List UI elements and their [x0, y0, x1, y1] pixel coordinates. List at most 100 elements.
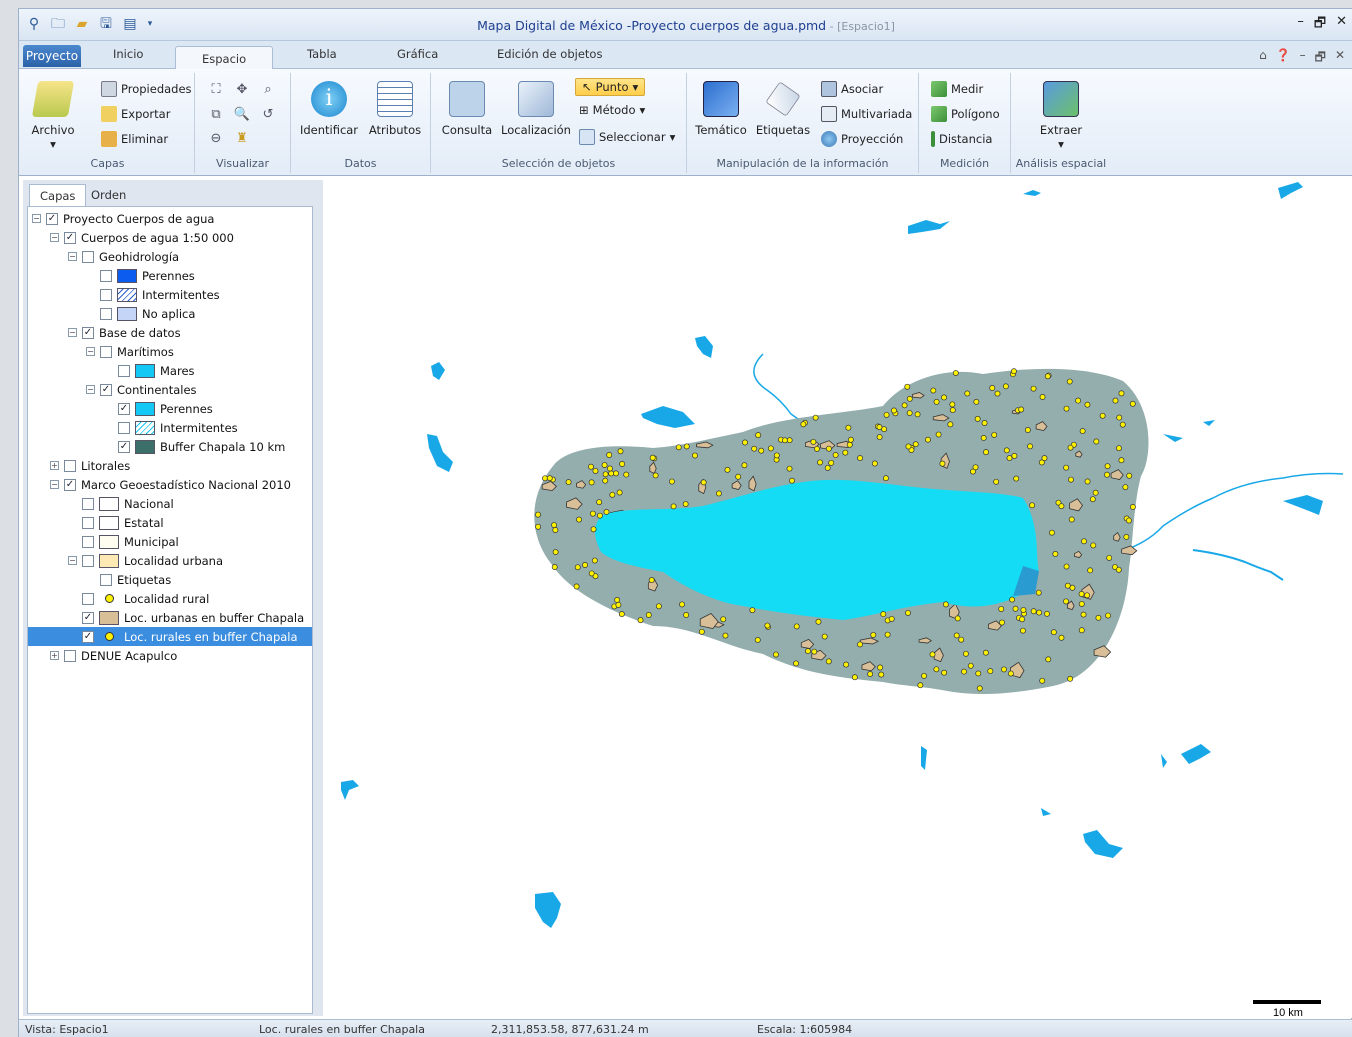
tab-proyecto[interactable]: Proyecto [23, 45, 81, 67]
collapse-icon[interactable]: − [50, 233, 59, 242]
rural-locality-point[interactable] [1104, 463, 1111, 470]
rural-locality-point[interactable] [1052, 550, 1059, 557]
rural-locality-point[interactable] [735, 473, 742, 480]
multivariada-button[interactable]: Multivariada [821, 106, 912, 122]
rural-locality-point[interactable] [582, 562, 589, 568]
rural-locality-point[interactable] [1079, 428, 1086, 435]
rural-locality-point[interactable] [1058, 503, 1065, 510]
rural-locality-point[interactable] [1030, 385, 1037, 392]
punto-button[interactable]: ↖ Punto ▾ [575, 78, 646, 96]
layer-row[interactable]: Intermitentes [28, 285, 312, 304]
rural-locality-point[interactable] [812, 414, 819, 421]
rural-locality-point[interactable] [1058, 634, 1065, 641]
rural-locality-point[interactable] [1105, 612, 1112, 619]
rural-locality-point[interactable] [589, 510, 596, 517]
rural-locality-point[interactable] [1035, 589, 1042, 596]
tab-edicion-objetos[interactable]: Edición de objetos [497, 47, 602, 61]
rural-locality-point[interactable] [742, 439, 748, 446]
eliminar-button[interactable]: Eliminar [101, 131, 168, 147]
layer-checkbox[interactable] [100, 269, 112, 282]
etiquetas-button[interactable]: Etiquetas [755, 81, 811, 137]
rural-locality-point[interactable] [613, 470, 619, 477]
rural-locality-point[interactable] [933, 398, 940, 405]
rural-locality-point[interactable] [921, 672, 928, 679]
rural-locality-point[interactable] [999, 619, 1005, 626]
rural-locality-point[interactable] [535, 523, 542, 530]
layer-checkbox[interactable]: ✓ [82, 630, 94, 643]
rural-locality-point[interactable] [1027, 443, 1034, 450]
rural-locality-point[interactable] [925, 436, 931, 443]
rural-locality-point[interactable] [588, 463, 594, 470]
rural-locality-point[interactable] [682, 501, 689, 508]
rural-locality-point[interactable] [715, 490, 722, 497]
rural-locality-point[interactable] [1063, 464, 1070, 471]
layer-row[interactable]: − ✓ Cuerpos de agua 1:50 000 [28, 228, 312, 247]
pan-icon[interactable]: ⛶ [207, 81, 225, 99]
rural-locality-point[interactable] [846, 441, 853, 448]
layer-checkbox[interactable] [100, 288, 112, 301]
rural-locality-point[interactable] [679, 601, 685, 608]
rural-locality-point[interactable] [1024, 427, 1031, 433]
rural-locality-point[interactable] [987, 668, 994, 675]
rural-locality-point[interactable] [741, 462, 748, 469]
rural-locality-point[interactable] [952, 370, 959, 376]
rural-locality-point[interactable] [857, 455, 864, 462]
move-icon[interactable]: ✥ [233, 81, 251, 99]
rural-locality-point[interactable] [1045, 656, 1052, 663]
rural-locality-point[interactable] [683, 443, 690, 450]
map-canvas[interactable]: 10 km [323, 176, 1352, 1018]
rural-locality-point[interactable] [1092, 489, 1099, 496]
rural-locality-point[interactable] [843, 661, 850, 668]
rural-locality-point[interactable] [883, 411, 890, 418]
rural-locality-point[interactable] [1044, 373, 1051, 380]
rural-locality-point[interactable] [602, 477, 609, 484]
rural-locality-point[interactable] [1089, 496, 1096, 503]
layer-row[interactable]: Estatal [28, 513, 312, 532]
collapse-icon[interactable]: − [86, 385, 95, 394]
rural-locality-point[interactable] [749, 607, 756, 614]
rural-locality-point[interactable] [1019, 616, 1025, 623]
rural-locality-point[interactable] [758, 447, 765, 454]
asociar-button[interactable]: Asociar [821, 81, 883, 97]
rural-locality-point[interactable] [652, 472, 659, 479]
rural-locality-point[interactable] [1122, 484, 1129, 491]
layer-row[interactable]: Perennes [28, 266, 312, 285]
rural-locality-point[interactable] [832, 452, 839, 458]
ribbon-close-icon[interactable]: ✕ [1335, 48, 1345, 69]
rural-locality-point[interactable] [724, 466, 731, 473]
rural-locality-point[interactable] [1068, 516, 1075, 523]
rural-locality-point[interactable] [683, 612, 690, 618]
rural-locality-point[interactable] [876, 424, 883, 431]
rural-locality-point[interactable] [551, 522, 558, 528]
rural-locality-point[interactable] [602, 471, 609, 478]
rural-locality-point[interactable] [906, 395, 913, 402]
rural-locality-point[interactable] [867, 671, 874, 678]
rural-locality-point[interactable] [901, 402, 908, 409]
layer-checkbox[interactable]: ✓ [118, 402, 130, 415]
rural-locality-point[interactable] [1063, 405, 1070, 412]
rural-locality-point[interactable] [1095, 614, 1102, 621]
tab-tabla[interactable]: Tabla [307, 47, 337, 61]
rural-locality-point[interactable] [976, 685, 983, 692]
collapse-icon[interactable]: − [86, 347, 95, 356]
rural-locality-point[interactable] [993, 478, 1000, 485]
layer-row[interactable]: Localidad rural [28, 589, 312, 608]
info-pin-icon[interactable]: ♜ [233, 130, 251, 148]
rural-locality-point[interactable] [793, 660, 800, 667]
rural-locality-point[interactable] [1080, 611, 1087, 618]
layer-checkbox[interactable]: ✓ [64, 478, 76, 491]
layer-checkbox[interactable] [64, 649, 76, 662]
rural-locality-point[interactable] [824, 464, 831, 471]
rural-locality-point[interactable] [851, 674, 858, 681]
rural-locality-point[interactable] [793, 623, 800, 630]
rural-locality-point[interactable] [574, 564, 581, 571]
rural-locality-point[interactable] [767, 445, 774, 452]
rural-locality-point[interactable] [1018, 406, 1025, 413]
rural-locality-point[interactable] [588, 570, 595, 577]
rural-locality-point[interactable] [1112, 397, 1119, 404]
collapse-icon[interactable]: − [68, 252, 77, 261]
distancia-button[interactable]: Distancia [931, 131, 992, 147]
tab-inicio[interactable]: Inicio [113, 47, 143, 61]
rural-locality-point[interactable] [781, 437, 788, 444]
metodo-button[interactable]: ⊞ Método ▾ [579, 103, 645, 117]
